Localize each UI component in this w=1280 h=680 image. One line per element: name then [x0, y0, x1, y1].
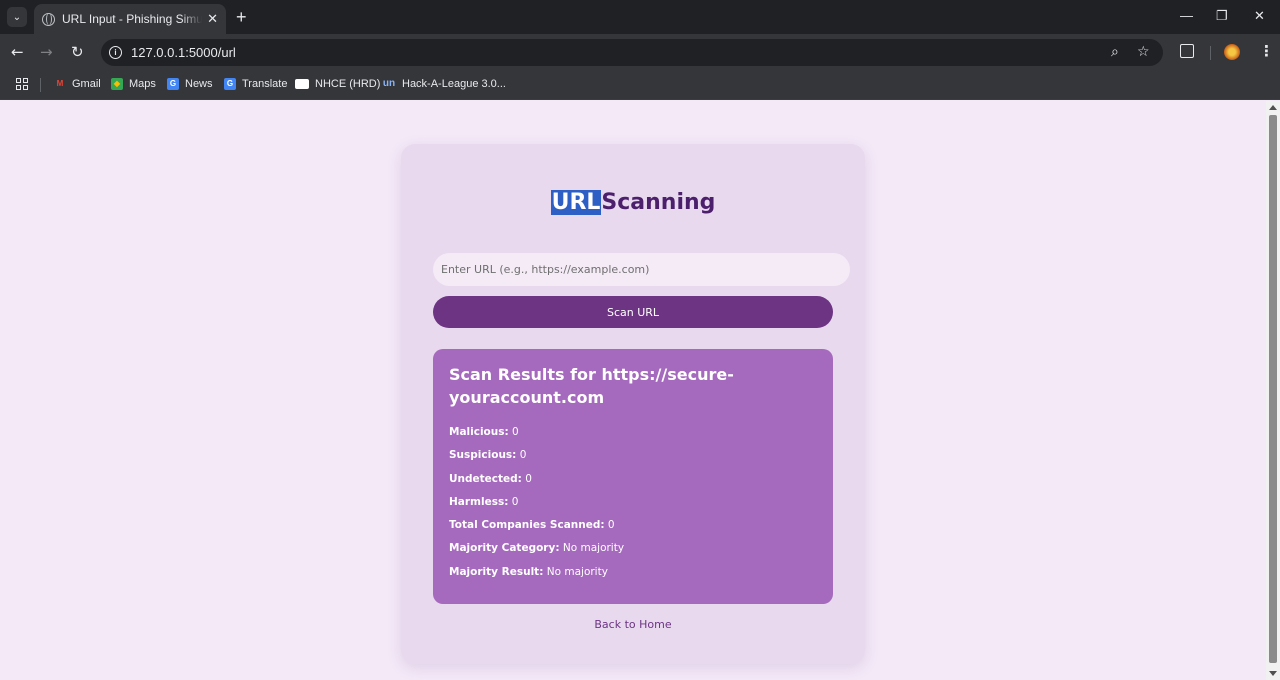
toolbar-divider	[1210, 46, 1211, 60]
title-highlight: URL	[550, 190, 602, 215]
address-url[interactable]: 127.0.0.1:5000/url	[131, 45, 236, 60]
bookmark-gmail[interactable]: M Gmail	[54, 78, 101, 90]
close-window-icon[interactable]: ✕	[1254, 8, 1265, 24]
result-total-companies: Total Companies Scanned: 0	[449, 519, 615, 532]
page-title: URLScanning	[401, 190, 865, 215]
bookmark-translate[interactable]: G Translate	[224, 78, 287, 90]
back-arrow-icon[interactable]: ←	[11, 42, 24, 62]
reload-icon[interactable]: ↻	[71, 42, 84, 62]
forward-arrow-icon[interactable]: →	[40, 42, 53, 62]
scan-card: URLScanning Scan URL Scan Results for ht…	[401, 144, 865, 664]
result-majority-result: Majority Result: No majority	[449, 565, 608, 578]
bookmarks-bar: M Gmail ◆ Maps G News G Translate NHCE (…	[0, 70, 1280, 100]
back-to-home-link[interactable]: Back to Home	[401, 618, 865, 631]
gmail-icon: M	[56, 79, 64, 88]
title-rest: Scanning	[601, 190, 716, 215]
results-title: Scan Results for https://secure-youracco…	[449, 365, 734, 407]
tab-bar: ⌄ URL Input - Phishing Simulation ✕ + — …	[0, 0, 1280, 34]
browser-toolbar: ← → ↻ i 127.0.0.1:5000/url ⌕ ☆	[0, 34, 1280, 70]
result-harmless: Harmless: 0	[449, 495, 519, 508]
extensions-icon[interactable]	[1180, 44, 1194, 58]
result-majority-category: Majority Category: No majority	[449, 542, 625, 555]
result-malicious: Malicious: 0	[449, 426, 519, 438]
close-tab-icon[interactable]: ✕	[207, 11, 218, 27]
page-viewport: URLScanning Scan URL Scan Results for ht…	[0, 101, 1266, 680]
page-scrollbar[interactable]	[1266, 101, 1280, 680]
bookmarks-divider	[40, 78, 41, 92]
result-suspicious: Suspicious: 0	[449, 449, 527, 462]
translate-icon: G	[224, 78, 236, 90]
scroll-thumb[interactable]	[1269, 115, 1277, 663]
new-tab-button[interactable]: +	[236, 7, 247, 27]
url-input[interactable]	[433, 253, 850, 286]
tab-title: URL Input - Phishing Simulation	[62, 12, 202, 26]
bookmark-hack-a-league[interactable]: un Hack-A-League 3.0...	[382, 78, 506, 90]
site-info-icon[interactable]: i	[109, 46, 122, 59]
profile-avatar[interactable]	[1224, 44, 1240, 60]
bookmark-news[interactable]: G News	[167, 78, 213, 90]
zoom-icon[interactable]: ⌕	[1111, 44, 1119, 60]
bookmark-star-icon[interactable]: ☆	[1137, 44, 1150, 60]
scroll-down-arrow-icon[interactable]	[1269, 671, 1277, 676]
bookmark-nhce[interactable]: NHCE (HRD)	[295, 78, 380, 90]
browser-tab[interactable]: URL Input - Phishing Simulation ✕	[34, 4, 226, 34]
maps-icon: ◆	[111, 78, 123, 90]
result-undetected: Undetected: 0	[449, 472, 532, 485]
news-icon: G	[167, 78, 179, 90]
restore-icon[interactable]: ❐	[1216, 8, 1228, 24]
scan-url-button[interactable]: Scan URL	[433, 296, 833, 328]
scroll-up-arrow-icon[interactable]	[1269, 105, 1277, 110]
bookmark-maps[interactable]: ◆ Maps	[111, 78, 156, 90]
globe-icon	[42, 12, 55, 26]
apps-grid-icon[interactable]	[16, 78, 28, 90]
menu-dots-icon[interactable]: ⋮	[1259, 42, 1274, 60]
tab-search-button[interactable]: ⌄	[7, 7, 27, 27]
unstop-icon: un	[382, 78, 396, 89]
scan-results-panel: Scan Results for https://secure-youracco…	[433, 349, 833, 604]
minimize-icon[interactable]: —	[1180, 8, 1193, 23]
address-bar[interactable]: i 127.0.0.1:5000/url ⌕ ☆	[101, 39, 1163, 66]
nhce-icon	[295, 79, 309, 89]
